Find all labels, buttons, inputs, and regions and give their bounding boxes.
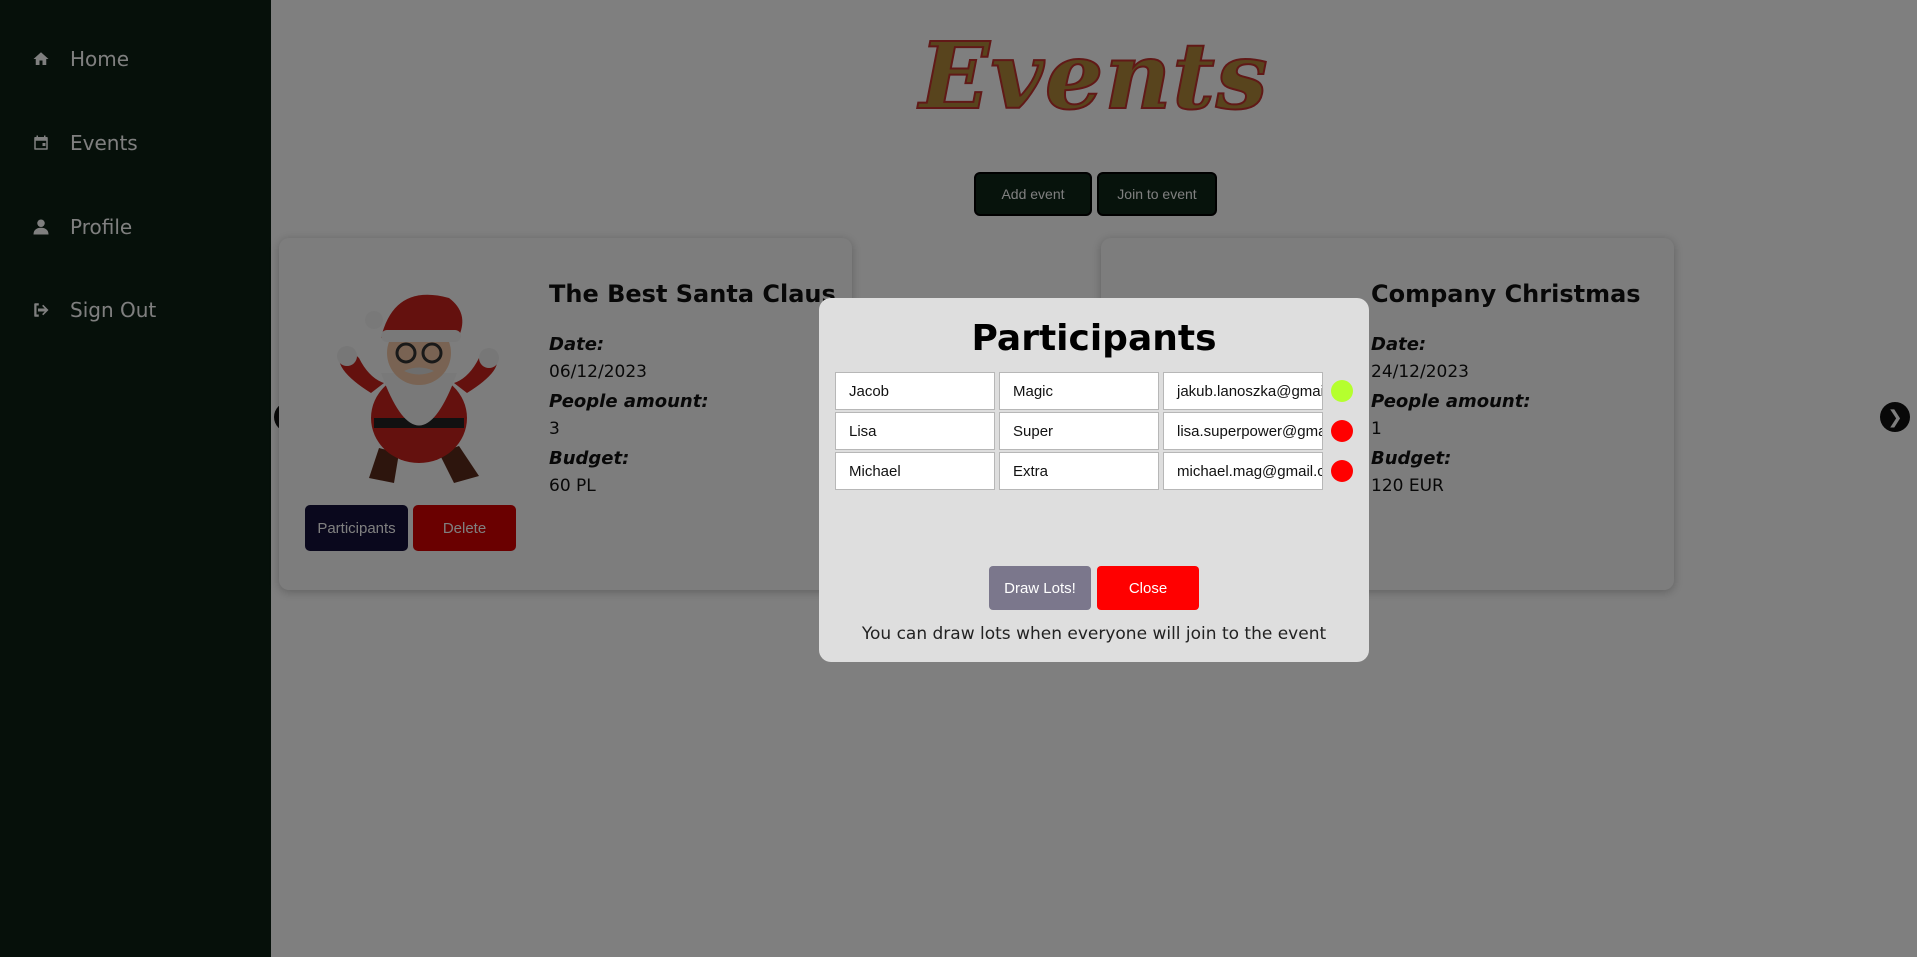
participant-last-name[interactable]: Super <box>999 412 1159 450</box>
draw-lots-button[interactable]: Draw Lots! <box>989 566 1091 610</box>
draw-lots-note: You can draw lots when everyone will joi… <box>861 624 1327 644</box>
modal-title: Participants <box>971 318 1217 359</box>
participant-email[interactable]: jakub.lanoszka@gmail.com <box>1163 372 1323 410</box>
participant-first-name[interactable]: Lisa <box>835 412 995 450</box>
participant-email[interactable]: michael.mag@gmail.com <box>1163 452 1323 490</box>
close-button[interactable]: Close <box>1097 566 1199 610</box>
status-not-joined-icon <box>1331 460 1353 482</box>
participant-first-name[interactable]: Jacob <box>835 372 995 410</box>
participant-last-name[interactable]: Magic <box>999 372 1159 410</box>
participant-email[interactable]: lisa.superpower@gmail.com <box>1163 412 1323 450</box>
status-not-joined-icon <box>1331 420 1353 442</box>
participant-last-name[interactable]: Extra <box>999 452 1159 490</box>
participants-modal: Participants Jacob Magic jakub.lanoszka@… <box>819 298 1369 662</box>
participant-first-name[interactable]: Michael <box>835 452 995 490</box>
status-joined-icon <box>1331 380 1353 402</box>
